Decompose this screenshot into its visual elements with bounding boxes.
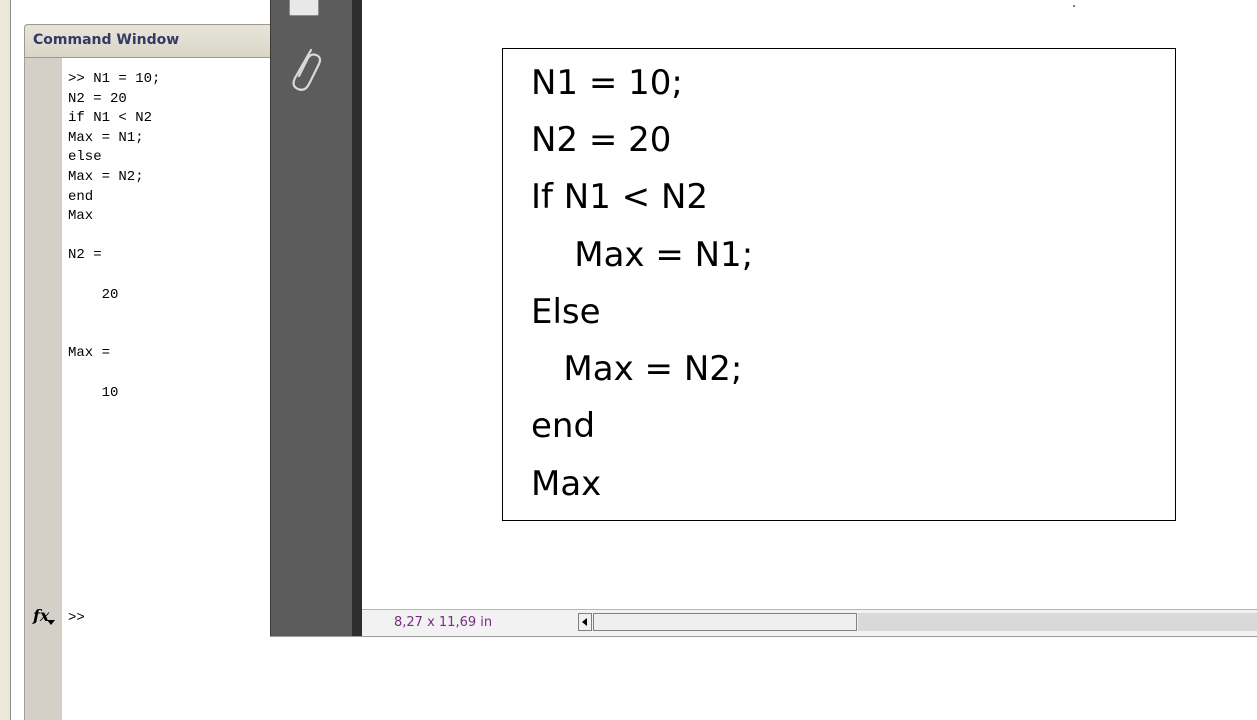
paperclip-icon[interactable] [285, 44, 325, 94]
code-line: If N1 < N2 [531, 177, 709, 217]
command-window-header[interactable]: Command Window [24, 24, 270, 58]
status-bar: 8,27 x 11,69 in [362, 609, 1257, 636]
code-line: Max [531, 464, 602, 504]
panel-border [0, 0, 11, 720]
code-line: end [531, 406, 596, 446]
code-box: N1 = 10; N2 = 20 If N1 < N2 Max = N1; El… [502, 48, 1176, 521]
sidebar-splitter[interactable] [352, 0, 362, 636]
horizontal-scroll-thumb[interactable] [593, 613, 857, 631]
pages-panel-icon[interactable] [289, 0, 319, 16]
scroll-left-arrow-icon[interactable] [578, 613, 592, 631]
code-line: Max = N1; [531, 235, 754, 275]
horizontal-scroll-track[interactable] [858, 613, 1257, 631]
command-prompt[interactable]: >> [68, 610, 85, 626]
window-edge [270, 636, 1257, 637]
code-line: Max = N2; [531, 349, 743, 389]
command-history: >> N1 = 10; N2 = 20 if N1 < N2 Max = N1;… [68, 71, 161, 401]
fx-dropdown-arrow-icon[interactable] [47, 620, 55, 625]
viewer-navigation-sidebar [270, 0, 353, 636]
page-size-label: 8,27 x 11,69 in [394, 615, 493, 630]
command-window-panel: Command Window >> N1 = 10; N2 = 20 if N1… [0, 0, 270, 720]
code-line: Else [531, 292, 601, 332]
command-window-title: Command Window [33, 32, 180, 48]
code-line: N2 = 20 [531, 120, 672, 160]
code-line: N1 = 10; [531, 63, 683, 103]
page-mark [1073, 5, 1075, 7]
